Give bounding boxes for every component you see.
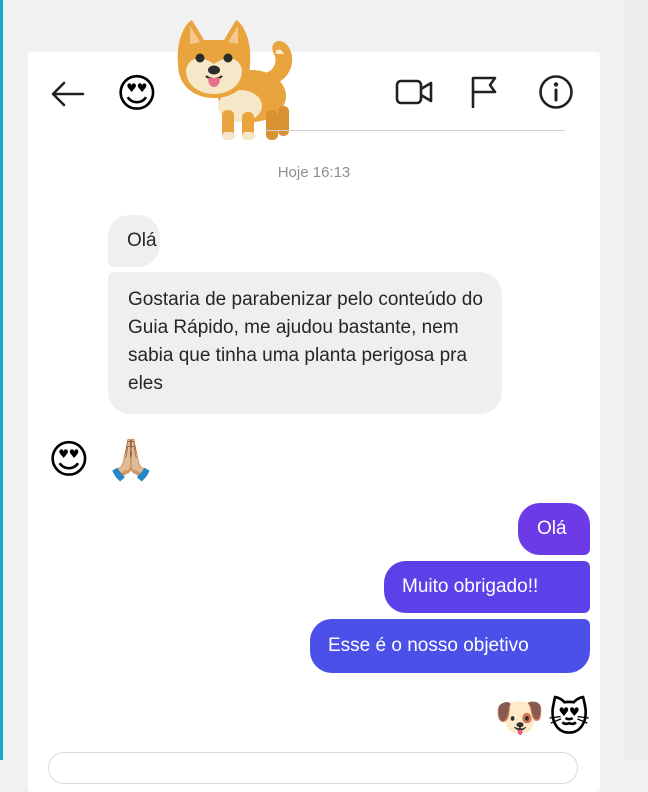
info-icon[interactable] xyxy=(534,71,578,113)
outgoing-message[interactable]: Esse é o nosso objetivo xyxy=(310,619,590,673)
outgoing-emoji-row: 🐶 😻 xyxy=(494,692,590,744)
message-composer[interactable] xyxy=(48,752,578,784)
message-timestamp: Hoje 16:13 xyxy=(277,164,351,181)
dog-sticker-icon xyxy=(170,14,310,144)
header-divider xyxy=(265,130,565,131)
heart-eyes-emoji-icon[interactable]: 😍 xyxy=(48,434,90,486)
folded-hands-emoji-icon[interactable]: 🙏🏼 xyxy=(106,434,156,486)
flag-icon[interactable] xyxy=(464,72,504,112)
dog-face-emoji-icon[interactable]: 🐶 xyxy=(494,692,544,744)
outgoing-message[interactable]: Olá xyxy=(518,503,590,555)
incoming-message[interactable]: Gostaria de parabenizar pelo conteúdo do… xyxy=(108,272,502,414)
video-call-icon[interactable] xyxy=(392,72,438,112)
chat-panel xyxy=(28,52,600,792)
accent-stripe xyxy=(0,0,3,760)
incoming-message[interactable]: Olá xyxy=(108,215,160,267)
right-margin xyxy=(624,0,648,760)
heart-eyes-cat-emoji-icon[interactable]: 😻 xyxy=(548,692,590,744)
outgoing-message[interactable]: Muito obrigado!! xyxy=(384,561,590,613)
back-arrow-icon[interactable] xyxy=(48,74,88,114)
contact-avatar-emoji[interactable]: 😍 xyxy=(116,70,168,118)
